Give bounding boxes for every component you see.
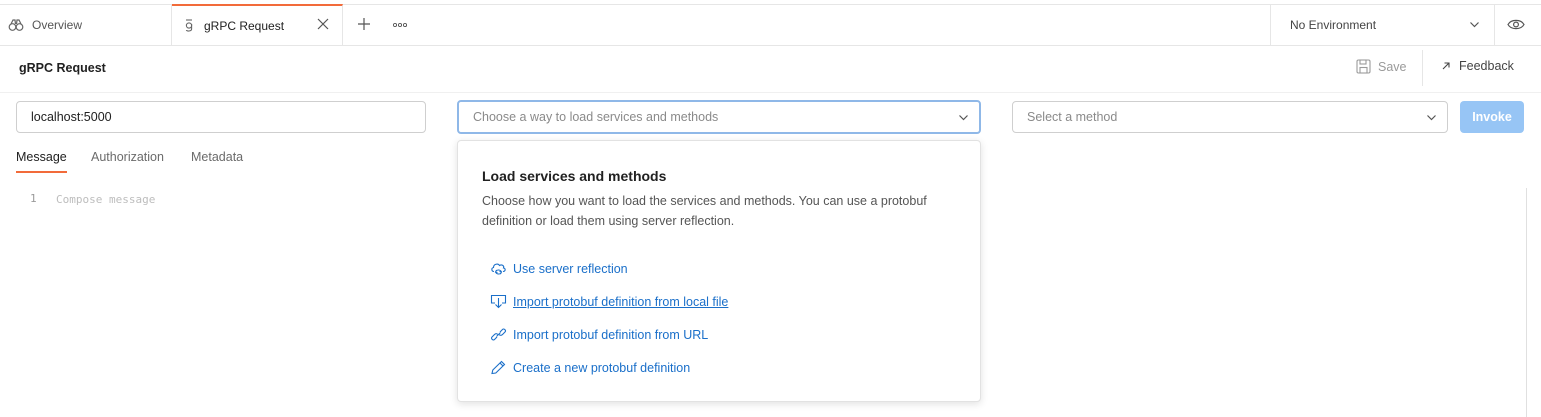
dropdown-description: Choose how you want to load the services… [482, 194, 927, 228]
option-import-local-file[interactable]: Import protobuf definition from local fi… [490, 294, 728, 309]
chevron-down-icon [1426, 112, 1437, 123]
feedback-label: Feedback [1459, 59, 1514, 73]
header-divider [1422, 50, 1423, 86]
option-label: Import protobuf definition from local fi… [513, 294, 729, 309]
close-icon[interactable] [316, 17, 330, 31]
method-placeholder: Select a method [1027, 110, 1118, 124]
panel-divider [1526, 188, 1527, 417]
add-tab-icon[interactable] [357, 17, 371, 31]
save-button[interactable]: Save [1356, 59, 1407, 74]
header-border [0, 92, 1541, 93]
active-tab-indicator [16, 171, 67, 173]
tab-overview-label: Overview [32, 18, 83, 32]
cloud-sync-icon [490, 261, 507, 276]
option-label: Use server reflection [513, 261, 628, 276]
chevron-down-icon [958, 112, 969, 123]
tab-authorization[interactable]: Authorization [91, 150, 164, 164]
option-label: Create a new protobuf definition [513, 360, 691, 375]
load-methods-placeholder: Choose a way to load services and method… [473, 110, 719, 124]
arrow-up-right-icon [1441, 61, 1451, 71]
tab-grpc-request[interactable]: gRPC Request [172, 4, 343, 45]
link-icon [490, 327, 507, 342]
option-server-reflection[interactable]: Use server reflection [490, 261, 628, 276]
line-number: 1 [30, 192, 37, 205]
option-label: Import protobuf definition from URL [513, 327, 709, 342]
tab-metadata[interactable]: Metadata [191, 150, 243, 164]
save-icon [1356, 59, 1371, 74]
more-options-icon[interactable] [393, 22, 407, 28]
pencil-icon [490, 360, 507, 375]
option-import-url[interactable]: Import protobuf definition from URL [490, 327, 708, 342]
environment-select[interactable]: No Environment [1270, 5, 1495, 45]
load-methods-select[interactable]: Choose a way to load services and method… [457, 100, 981, 134]
method-select[interactable]: Select a method [1012, 101, 1448, 133]
binoculars-icon [8, 18, 24, 32]
import-file-icon [490, 294, 507, 309]
grpc-icon [184, 18, 194, 33]
message-editor[interactable]: Compose message [56, 193, 155, 206]
request-title: gRPC Request [19, 61, 106, 75]
tab-bar: Overview gRPC Request No Environment [0, 4, 1541, 46]
option-create-definition[interactable]: Create a new protobuf definition [490, 360, 690, 375]
feedback-button[interactable]: Feedback [1441, 59, 1514, 73]
tab-grpc-label: gRPC Request [204, 18, 285, 33]
tab-message[interactable]: Message [16, 150, 67, 164]
environment-label: No Environment [1290, 18, 1377, 32]
server-url-input[interactable]: localhost:5000 [16, 101, 426, 133]
chevron-down-icon [1469, 19, 1480, 30]
eye-icon[interactable] [1507, 18, 1525, 31]
tab-overview[interactable]: Overview [0, 5, 172, 45]
load-methods-dropdown: Load services and methods Choose how you… [457, 140, 981, 402]
save-label: Save [1378, 59, 1407, 74]
invoke-button[interactable]: Invoke [1460, 101, 1524, 133]
dropdown-title: Load services and methods [482, 168, 667, 184]
